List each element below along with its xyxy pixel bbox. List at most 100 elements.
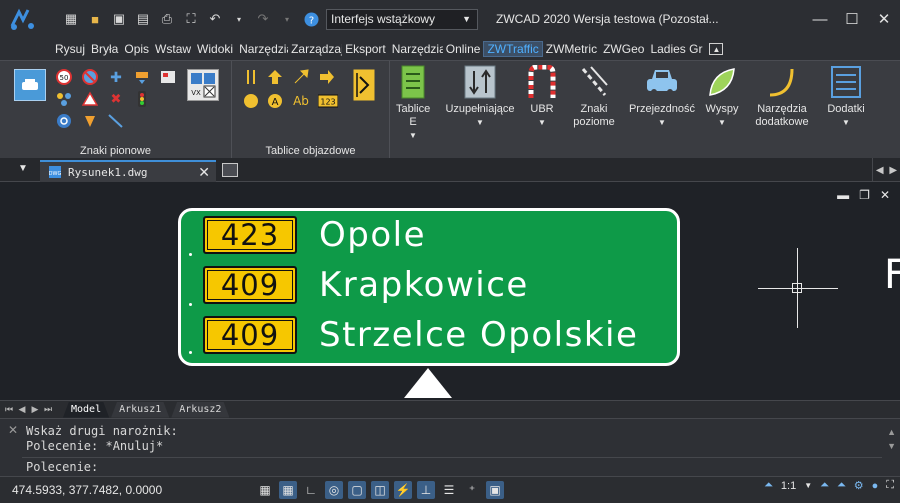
layout-tab-arkusz1[interactable]: Arkusz1 bbox=[111, 402, 169, 418]
km-marker-icon[interactable] bbox=[81, 113, 99, 129]
dyn-ucs-icon[interactable]: ⊥ bbox=[417, 481, 435, 499]
isolate-objects-icon[interactable]: ● bbox=[872, 480, 879, 492]
annotation-scale[interactable]: 1:1 bbox=[781, 480, 796, 492]
menu-item-zwgeo[interactable]: ZWGeo bbox=[600, 42, 647, 56]
new-tab-icon[interactable] bbox=[222, 163, 238, 177]
menu-item-narzedzia[interactable]: Narzędzia bbox=[236, 42, 288, 56]
prev-layout-icon[interactable]: ◀ bbox=[17, 404, 27, 415]
uzupelniajace-button[interactable]: Uzupełniające ▼ bbox=[440, 65, 520, 129]
detour-circle-icon[interactable] bbox=[242, 93, 260, 109]
redo-icon[interactable]: ↷ bbox=[254, 10, 272, 28]
tab-scroll-left-icon[interactable]: ◀ bbox=[876, 165, 884, 176]
ribbon-collapse-icon[interactable]: ▲ bbox=[709, 43, 724, 55]
ortho-icon[interactable]: ∟ bbox=[302, 481, 320, 499]
document-tab[interactable]: DWG Rysunek1.dwg ✕ bbox=[40, 160, 216, 182]
maximize-icon[interactable]: ☐ bbox=[836, 0, 868, 38]
close-icon[interactable]: ✕ bbox=[198, 164, 210, 181]
otrack-icon[interactable]: ◫ bbox=[371, 481, 389, 499]
menu-item-zwmetric[interactable]: ZWMetric bbox=[543, 42, 600, 56]
redo-dropdown-icon[interactable]: ▾ bbox=[278, 10, 296, 28]
menu-item-eksport[interactable]: Eksport bbox=[342, 42, 389, 56]
first-layout-icon[interactable]: ⏮ bbox=[4, 404, 14, 415]
menu-item-zarzadzaj[interactable]: Zarządzaj bbox=[288, 42, 342, 56]
przejezdnosc-button[interactable]: Przejezdność ▼ bbox=[626, 65, 698, 129]
no-entry-icon[interactable] bbox=[81, 69, 99, 85]
scroll-up-icon[interactable]: ▲ bbox=[887, 427, 896, 437]
zoom-extents-icon[interactable]: ⛶ bbox=[182, 10, 200, 28]
traffic-light-icon[interactable] bbox=[133, 91, 151, 107]
narzedzia-dodatkowe-button[interactable]: Narzędzia dodatkowe bbox=[746, 65, 818, 129]
tab-list-dropdown-icon[interactable]: ▼ bbox=[18, 163, 28, 174]
ubr-button[interactable]: UBR ▼ bbox=[522, 65, 562, 129]
workspace-select[interactable]: Interfejs wstążkowy ▼ bbox=[326, 8, 478, 30]
layout-tab-arkusz2[interactable]: Arkusz2 bbox=[171, 402, 229, 418]
save-as-icon[interactable]: ▤ bbox=[134, 10, 152, 28]
chevron-down-icon[interactable]: ▼ bbox=[804, 481, 812, 490]
delete-sign-icon[interactable]: ✖ bbox=[107, 91, 125, 107]
auto-scale-icon[interactable]: ⏶ bbox=[837, 479, 846, 492]
direction-sign[interactable]: 423 Opole 409 Krapkowice 409 Strzelce Op… bbox=[178, 208, 680, 366]
menu-item-narzedzia-2[interactable]: Narzędzia bbox=[389, 42, 443, 56]
detour-board-icon[interactable] bbox=[352, 69, 376, 101]
viewport-minimize-icon[interactable]: ▬ bbox=[837, 188, 849, 202]
drawing-canvas[interactable]: ▬ ❐ ✕ 423 Opole 409 Krapkowice 409 Strze… bbox=[0, 182, 900, 400]
detour-arrow-right-icon[interactable] bbox=[318, 69, 336, 85]
lineweight-icon[interactable]: ☰ bbox=[440, 481, 458, 499]
scroll-down-icon[interactable]: ▼ bbox=[887, 441, 896, 451]
gear-icon[interactable]: ⚙ bbox=[854, 479, 864, 492]
detour-number-icon[interactable]: 123 bbox=[318, 93, 338, 109]
tablice-e-button[interactable]: Tablice E ▼ bbox=[393, 65, 433, 142]
new-icon[interactable]: ▦ bbox=[62, 10, 80, 28]
close-icon[interactable]: ✕ bbox=[8, 423, 18, 437]
km-measure-icon[interactable] bbox=[107, 113, 125, 129]
print-icon[interactable]: ⎙ bbox=[158, 10, 176, 28]
command-prompt[interactable]: Polecenie: bbox=[26, 460, 98, 474]
fullscreen-icon[interactable]: ⛶ bbox=[886, 479, 894, 492]
wyspy-button[interactable]: Wyspy ▼ bbox=[702, 65, 742, 129]
open-folder-icon[interactable]: ■ bbox=[86, 10, 104, 28]
detour-arrow-diag-icon[interactable] bbox=[292, 69, 310, 85]
menu-item-rysuj[interactable]: Rysuj bbox=[52, 42, 88, 56]
annotation-scale-icon[interactable]: ⏶ bbox=[764, 479, 773, 492]
edit-sign-icon[interactable] bbox=[133, 69, 151, 85]
speed-limit-icon[interactable]: 50 bbox=[55, 69, 73, 85]
next-layout-icon[interactable]: ▶ bbox=[30, 404, 40, 415]
tab-scroll-right-icon[interactable]: ▶ bbox=[889, 165, 897, 176]
viewport-close-icon[interactable]: ✕ bbox=[880, 188, 890, 202]
menu-item-widoki[interactable]: Widoki bbox=[194, 42, 236, 56]
sign-table-icon[interactable] bbox=[159, 69, 177, 85]
snap-icon[interactable]: ▦ bbox=[279, 481, 297, 499]
sign-group-icon[interactable] bbox=[55, 91, 73, 107]
add-sign-icon[interactable]: ✚ bbox=[107, 69, 125, 85]
undo-icon[interactable]: ↶ bbox=[206, 10, 224, 28]
annotation-visibility-icon[interactable]: ⏶ bbox=[820, 479, 829, 492]
menu-item-bryla[interactable]: Bryła bbox=[88, 42, 121, 56]
save-icon[interactable]: ▣ bbox=[110, 10, 128, 28]
selection-cycling-icon[interactable]: ▣ bbox=[486, 481, 504, 499]
polar-icon[interactable]: ◎ bbox=[325, 481, 343, 499]
roundabout-sign-icon[interactable] bbox=[55, 113, 73, 129]
help-icon[interactable]: ? bbox=[302, 10, 320, 28]
dodatki-button[interactable]: Dodatki ▼ bbox=[822, 65, 870, 129]
app-logo-icon[interactable] bbox=[6, 4, 40, 34]
warning-sign-icon[interactable] bbox=[81, 91, 99, 107]
grid-icon[interactable]: ▦ bbox=[256, 481, 274, 499]
detour-ab-icon[interactable]: Ab bbox=[292, 93, 310, 109]
car-sign-icon[interactable] bbox=[14, 69, 46, 101]
znaki-poziome-button[interactable]: Znaki poziome bbox=[566, 65, 622, 129]
minimize-icon[interactable]: — bbox=[804, 0, 836, 38]
osnap-icon[interactable]: ▢ bbox=[348, 481, 366, 499]
detour-lines-icon[interactable] bbox=[242, 69, 260, 85]
sign-catalog-icon[interactable]: VX bbox=[187, 69, 219, 101]
dynamic-input-icon[interactable]: ⚡ bbox=[394, 481, 412, 499]
detour-arrow-up-icon[interactable] bbox=[266, 69, 284, 85]
last-layout-icon[interactable]: ⏭ bbox=[43, 404, 53, 415]
menu-item-ladies[interactable]: Ladies Gr bbox=[647, 42, 703, 56]
menu-item-zwtraffic[interactable]: ZWTraffic bbox=[483, 41, 543, 57]
transparency-icon[interactable]: ⁺ bbox=[463, 481, 481, 499]
menu-item-wstaw[interactable]: Wstaw bbox=[152, 42, 194, 56]
layout-tab-model[interactable]: Model bbox=[63, 402, 109, 418]
menu-item-online[interactable]: Online bbox=[443, 42, 484, 56]
close-icon[interactable]: ✕ bbox=[868, 0, 900, 38]
menu-item-opis[interactable]: Opis bbox=[121, 42, 152, 56]
